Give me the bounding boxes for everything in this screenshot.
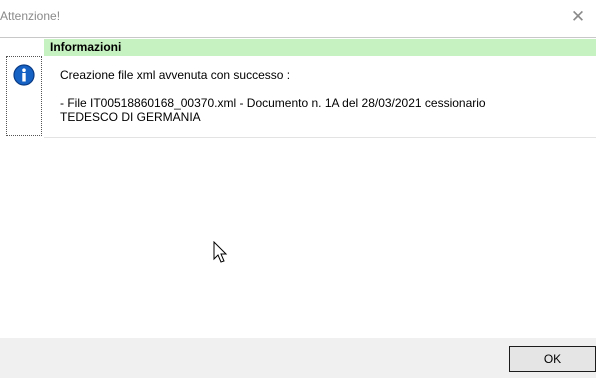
info-header: Informazioni: [44, 39, 596, 56]
title-separator: [0, 37, 596, 38]
icon-column: [6, 56, 42, 136]
message-line-2: - File IT00518860168_00370.xml - Documen…: [60, 96, 486, 110]
message-line-3: TEDESCO DI GERMANIA: [60, 110, 201, 124]
info-icon: [13, 64, 35, 86]
dialog-footer: [0, 338, 596, 378]
close-icon[interactable]: ✕: [564, 4, 592, 30]
message-divider: [44, 137, 596, 138]
ok-button[interactable]: OK: [509, 346, 596, 372]
message-line-1: Creazione file xml avvenuta con successo…: [60, 68, 291, 82]
window-title: Attenzione!: [0, 9, 61, 23]
info-header-label: Informazioni: [50, 40, 122, 54]
title-bar: Attenzione! ✕: [0, 0, 596, 34]
mouse-pointer-icon: [213, 241, 228, 263]
